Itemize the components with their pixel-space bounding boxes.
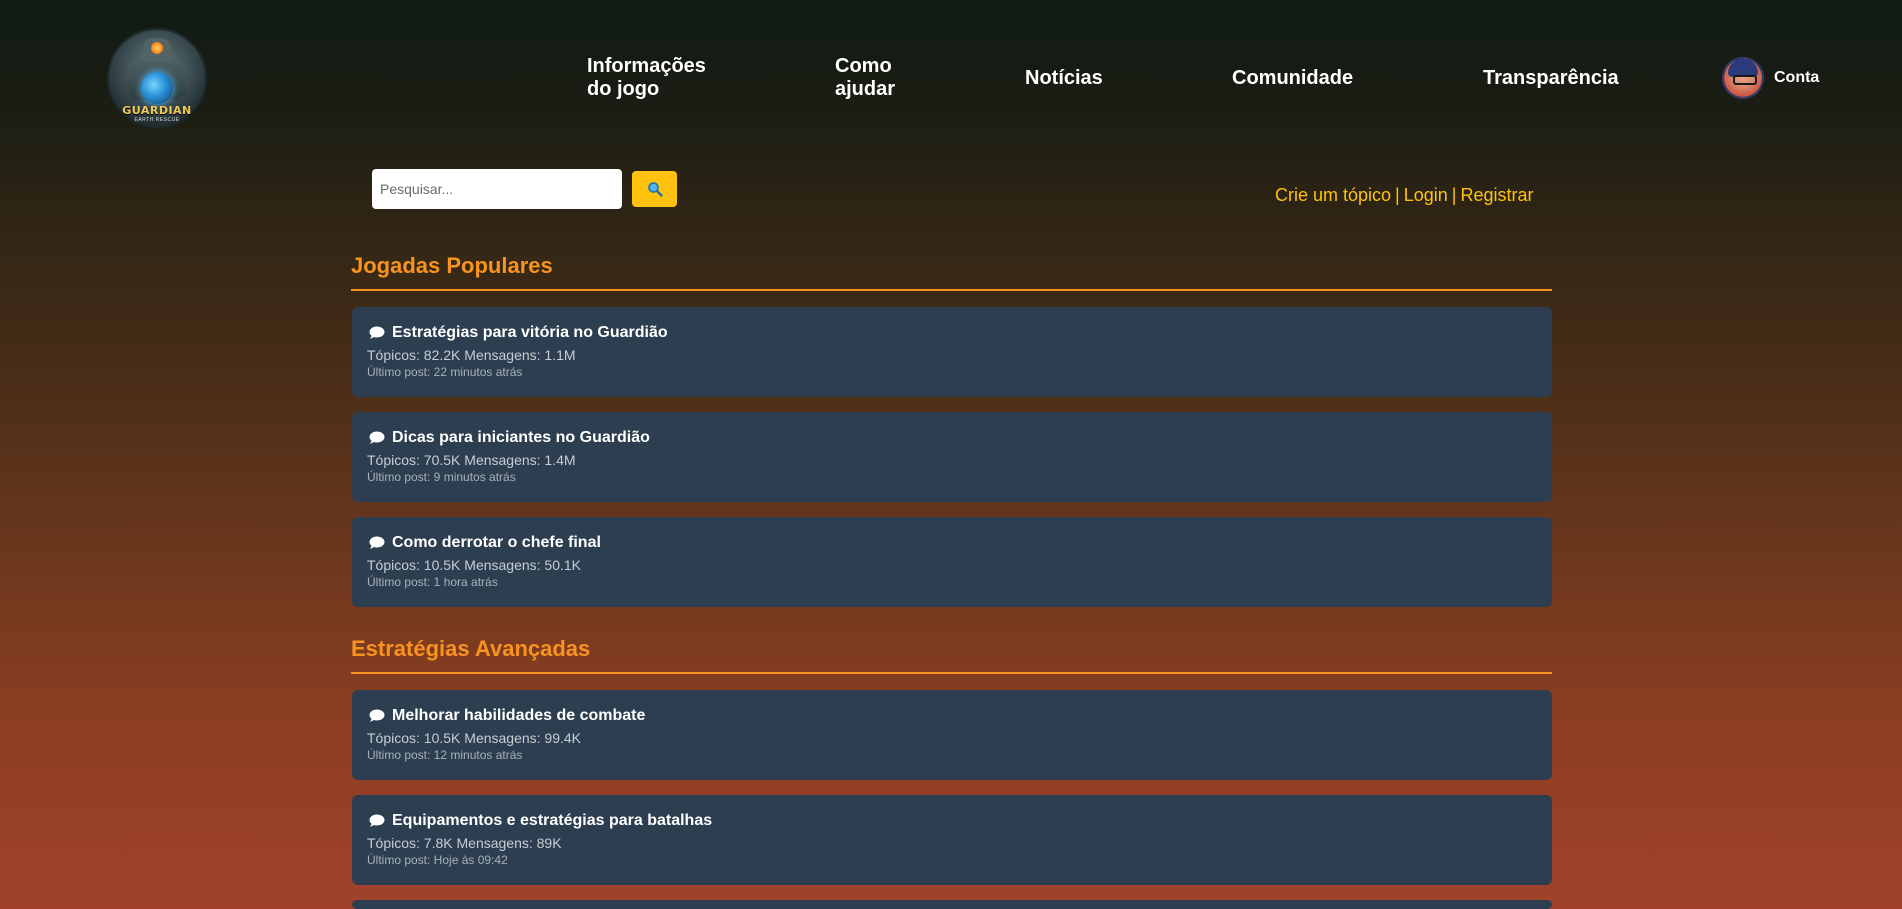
speech-bubble-icon	[369, 536, 385, 549]
logo-text: GUARDIAN	[122, 104, 192, 117]
forum-stats: Tópicos: 82.2K Mensagens: 1.1M	[367, 347, 576, 363]
forum-card[interactable]: Como derrotar o chefe final Tópicos: 10.…	[352, 517, 1552, 607]
register-link[interactable]: Registrar	[1460, 185, 1533, 205]
logo-subtext: EARTH RESCUE	[134, 117, 180, 123]
section-title-popular: Jogadas Populares	[351, 253, 1552, 291]
forum-card-partial[interactable]	[352, 900, 1552, 909]
forum-card[interactable]: Dicas para iniciantes no Guardião Tópico…	[352, 412, 1552, 502]
forum-last-post: Último post: Hoje às 09:42	[367, 853, 508, 867]
forum-title-row: Equipamentos e estratégias para batalhas	[367, 811, 1537, 831]
nav-news[interactable]: Notícias	[1025, 67, 1103, 90]
globe-icon	[141, 72, 173, 104]
forum-title: Estratégias para vitória no Guardião	[392, 324, 668, 341]
forum-title: Melhorar habilidades de combate	[392, 707, 646, 724]
nav-community[interactable]: Comunidade	[1232, 67, 1353, 90]
forum-stats: Tópicos: 70.5K Mensagens: 1.4M	[367, 452, 576, 468]
link-separator: |	[1395, 185, 1400, 205]
site-header: GUARDIAN EARTH RESCUE Informações do jog…	[0, 0, 1902, 160]
user-links: Crie um tópico | Login | Registrar	[1275, 185, 1534, 206]
forum-last-post: Último post: 9 minutos atrás	[367, 470, 516, 484]
speech-bubble-icon	[369, 431, 385, 444]
avatar-glasses-shape	[1733, 75, 1757, 85]
forum-title-row: Dicas para iniciantes no Guardião	[367, 428, 1537, 448]
speech-bubble-icon	[369, 709, 385, 722]
forum-last-post: Último post: 12 minutos atrás	[367, 748, 523, 762]
forum-last-post: Último post: 22 minutos atrás	[367, 365, 523, 379]
forum-title-row: Como derrotar o chefe final	[367, 533, 1537, 553]
link-separator: |	[1451, 185, 1457, 205]
robot-eye-shape	[151, 42, 163, 54]
forum-title-row: Estratégias para vitória no Guardião	[367, 323, 1537, 343]
forum-title: Equipamentos e estratégias para batalhas	[392, 812, 713, 829]
forum-title: Dicas para iniciantes no Guardião	[392, 429, 650, 446]
forum-stats: Tópicos: 10.5K Mensagens: 50.1K	[367, 557, 582, 573]
forum-stats: Tópicos: 7.8K Mensagens: 89K	[367, 835, 562, 851]
forum-stats: Tópicos: 10.5K Mensagens: 99.4K	[367, 730, 582, 746]
avatar	[1722, 57, 1764, 99]
search-button[interactable]	[632, 171, 677, 207]
forum-card[interactable]: Melhorar habilidades de combate Tópicos:…	[352, 690, 1552, 780]
account-label: Conta	[1774, 69, 1820, 86]
search-input[interactable]	[372, 169, 622, 209]
magnifier-icon	[647, 182, 663, 197]
guardian-logo[interactable]: GUARDIAN EARTH RESCUE	[107, 28, 207, 128]
account-link[interactable]: Conta	[1722, 57, 1819, 99]
nav-how-to-help[interactable]: Como ajudar	[835, 55, 915, 101]
speech-bubble-icon	[369, 326, 385, 339]
section-title-advanced: Estratégias Avançadas	[351, 636, 1552, 674]
login-link[interactable]: Login	[1404, 185, 1448, 205]
forum-card[interactable]: Estratégias para vitória no Guardião Tóp…	[352, 307, 1552, 397]
create-topic-link[interactable]: Crie um tópico	[1275, 185, 1391, 205]
forum-last-post: Último post: 1 hora atrás	[367, 575, 498, 589]
nav-game-info[interactable]: Informações do jogo	[587, 55, 727, 101]
forum-card[interactable]: Equipamentos e estratégias para batalhas…	[352, 795, 1552, 885]
speech-bubble-icon	[369, 814, 385, 827]
forum-title: Como derrotar o chefe final	[392, 534, 601, 551]
forum-title-row: Melhorar habilidades de combate	[367, 706, 1537, 726]
nav-transparency[interactable]: Transparência	[1483, 67, 1619, 90]
